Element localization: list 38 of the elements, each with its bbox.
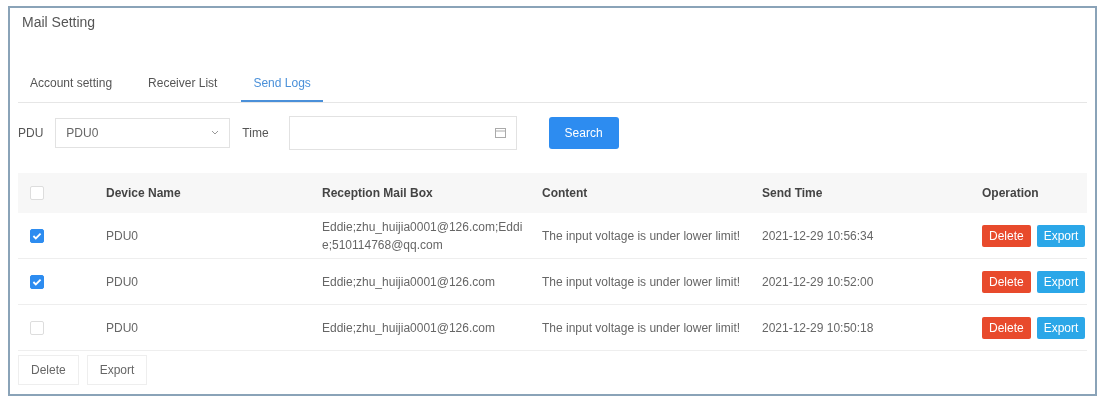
- tab[interactable]: Receiver List: [148, 66, 218, 102]
- delete-button[interactable]: Delete: [982, 270, 1031, 293]
- table-cell: The input voltage is under lower limit!: [542, 228, 741, 243]
- footer-button[interactable]: Export: [86, 355, 148, 385]
- calendar-icon: [494, 128, 506, 138]
- table-cell: 2021-12-29 10:52:00: [762, 274, 874, 289]
- field-label: Time: [242, 126, 269, 140]
- column-header: Device Name: [106, 186, 181, 200]
- tab[interactable]: Account setting: [30, 66, 113, 102]
- export-button[interactable]: Export: [1036, 270, 1086, 293]
- export-button[interactable]: Export: [1036, 224, 1086, 247]
- search-button[interactable]: Search: [548, 117, 619, 149]
- checkbox[interactable]: [30, 229, 44, 244]
- pdu-dropdown[interactable]: PDU0: [55, 118, 231, 148]
- panel-title: Mail Setting: [21, 13, 97, 32]
- column-header: Operation: [982, 186, 1039, 200]
- table-cell: Eddie;zhu_huijia0001@126.com: [322, 274, 495, 289]
- table-cell: PDU0: [106, 274, 138, 289]
- footer-button[interactable]: Delete: [18, 355, 79, 385]
- table-cell: PDU0: [106, 320, 138, 335]
- table-cell: The input voltage is under lower limit!: [542, 274, 741, 289]
- table-cell: The input voltage is under lower limit!: [542, 320, 741, 335]
- export-button[interactable]: Export: [1036, 316, 1086, 339]
- chevron-down-icon: [211, 130, 220, 136]
- tab[interactable]: Send Logs: [241, 66, 323, 102]
- table-cell: Eddie;zhu_huijia0001@126.com: [322, 320, 495, 335]
- field-label: PDU: [18, 126, 44, 140]
- table-cell: Eddie;zhu_huijia0001@126.com;Eddie;510114768@qq.com: [322, 219, 523, 252]
- checkbox[interactable]: [30, 275, 44, 290]
- column-header: Reception Mail Box: [322, 186, 433, 200]
- delete-button[interactable]: Delete: [982, 224, 1031, 247]
- table-cell: 2021-12-29 10:56:34: [762, 228, 874, 243]
- column-header: Send Time: [762, 186, 823, 200]
- column-header: Content: [542, 186, 588, 200]
- table-cell: PDU0: [106, 228, 138, 243]
- table-cell: 2021-12-29 10:50:18: [762, 320, 874, 335]
- time-field[interactable]: [288, 116, 517, 150]
- delete-button[interactable]: Delete: [982, 316, 1031, 339]
